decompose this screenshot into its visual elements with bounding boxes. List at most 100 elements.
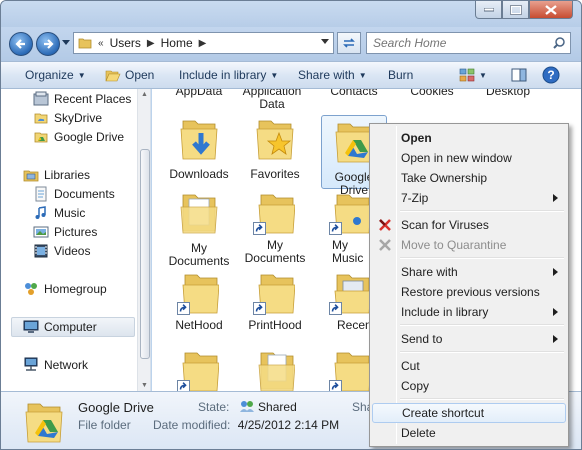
menu-label: Create shortcut xyxy=(402,406,485,420)
menu-item-include-in-library[interactable]: Include in library xyxy=(372,302,566,322)
folder-item-favorites[interactable]: Favorites xyxy=(242,115,308,181)
nav-item-homegroup[interactable]: Homegroup xyxy=(23,279,150,299)
open-folder-icon xyxy=(105,70,121,81)
recent-pages-dropdown-icon[interactable] xyxy=(62,40,70,45)
folder-item-appdata[interactable]: AppData xyxy=(166,89,232,98)
menu-item-copy[interactable]: Copy xyxy=(372,376,566,396)
folder-item-application-data[interactable]: Application Data xyxy=(239,89,305,111)
nav-item-pictures[interactable]: Pictures xyxy=(33,222,150,242)
menu-item-move-to-quarantine[interactable]: Move to Quarantine xyxy=(372,235,566,255)
menu-item-7zip[interactable]: 7-Zip xyxy=(372,188,566,208)
change-view-button[interactable]: ▼ xyxy=(459,68,487,82)
folder-breadcrumb-icon xyxy=(78,38,92,49)
folder-item-my-documents-1[interactable]: My Documents xyxy=(166,189,232,268)
folder-item-desktop[interactable]: Desktop xyxy=(475,89,541,98)
menu-separator xyxy=(400,351,564,353)
close-button[interactable] xyxy=(529,1,573,19)
back-arrow-icon xyxy=(15,39,25,49)
menu-item-delete[interactable]: Delete xyxy=(372,423,566,443)
state-value: Shared xyxy=(258,400,297,414)
breadcrumb-separator[interactable]: ▶ xyxy=(199,38,207,49)
downloads-folder-icon xyxy=(180,120,218,160)
folder-item-printhood[interactable]: PrintHood xyxy=(242,269,308,332)
menu-item-take-ownership[interactable]: Take Ownership xyxy=(372,168,566,188)
submenu-arrow-icon xyxy=(553,194,558,202)
organize-button[interactable]: Organize ▼ xyxy=(25,68,86,82)
back-button[interactable] xyxy=(9,32,33,56)
folder-item-downloads[interactable]: Downloads xyxy=(166,115,232,181)
breadcrumb-overflow[interactable]: « xyxy=(98,38,104,49)
item-label: AppData xyxy=(175,89,223,98)
preview-pane-button[interactable] xyxy=(511,68,527,82)
computer-icon xyxy=(23,320,39,333)
minimize-icon xyxy=(483,7,494,11)
menu-item-send-to[interactable]: Send to xyxy=(372,329,566,349)
forward-arrow-icon xyxy=(44,39,54,49)
caption-buttons xyxy=(475,1,573,19)
organize-label: Organize xyxy=(25,68,74,82)
menu-item-cut[interactable]: Cut xyxy=(372,356,566,376)
include-label: Include in library xyxy=(179,68,267,82)
nav-item-computer[interactable]: Computer xyxy=(11,317,135,337)
documents-icon xyxy=(35,186,47,202)
menu-item-open[interactable]: Open xyxy=(372,128,566,148)
folder-item-contacts[interactable]: Contacts xyxy=(321,89,387,98)
nav-item-network[interactable]: Network xyxy=(23,355,150,375)
nav-scrollbar[interactable]: ▲ ▼ xyxy=(137,89,150,391)
menu-item-restore-previous[interactable]: Restore previous versions xyxy=(372,282,566,302)
item-label: Contacts xyxy=(330,89,378,98)
nav-item-videos[interactable]: Videos xyxy=(33,241,150,261)
shortcut-arrow-icon xyxy=(253,302,266,315)
scroll-up-icon[interactable]: ▲ xyxy=(141,91,148,98)
refresh-button[interactable] xyxy=(337,32,361,54)
burn-button[interactable]: Burn xyxy=(388,68,413,82)
search-input[interactable] xyxy=(367,36,547,50)
refresh-icon xyxy=(343,38,355,48)
menu-item-create-shortcut[interactable]: Create shortcut xyxy=(372,403,566,423)
help-button[interactable]: ? xyxy=(542,66,560,84)
forward-button[interactable] xyxy=(36,32,60,56)
nav-item-label: Pictures xyxy=(54,225,98,239)
chevron-down-icon: ▼ xyxy=(358,70,367,80)
folder-item-partial-2[interactable] xyxy=(242,347,308,391)
minimize-button[interactable] xyxy=(475,1,502,19)
folder-item-cookies[interactable]: Cookies xyxy=(399,89,465,98)
nav-item-google-drive[interactable]: Google Drive xyxy=(33,127,150,147)
breadcrumb-separator[interactable]: ▶ xyxy=(147,38,155,49)
menu-label: Copy xyxy=(401,379,430,393)
submenu-arrow-icon xyxy=(553,335,558,343)
scroll-thumb[interactable] xyxy=(140,149,150,359)
search-box[interactable] xyxy=(366,32,571,54)
include-in-library-button[interactable]: Include in library ▼ xyxy=(179,68,278,82)
search-icon[interactable] xyxy=(553,37,565,49)
nav-item-music[interactable]: Music xyxy=(33,203,150,223)
breadcrumb-home[interactable]: Home xyxy=(161,36,193,50)
address-dropdown-icon[interactable] xyxy=(321,39,329,44)
maximize-icon xyxy=(509,4,522,15)
folder-item-my-documents-2[interactable]: My Documents xyxy=(242,189,308,265)
open-button[interactable]: Open xyxy=(105,68,154,82)
submenu-arrow-icon xyxy=(553,268,558,276)
item-label: My Documents xyxy=(168,241,230,268)
menu-item-open-new-window[interactable]: Open in new window xyxy=(372,148,566,168)
nav-item-documents[interactable]: Documents xyxy=(33,184,150,204)
breadcrumb-users[interactable]: Users xyxy=(110,36,141,50)
scroll-down-icon[interactable]: ▼ xyxy=(141,382,148,389)
address-bar[interactable]: « Users ▶ Home ▶ xyxy=(73,32,334,54)
skydrive-icon xyxy=(34,113,48,124)
menu-item-scan-viruses[interactable]: Scan for Viruses xyxy=(372,215,566,235)
shortcut-arrow-icon xyxy=(329,380,342,391)
breadcrumb: « Users ▶ Home ▶ xyxy=(98,36,206,50)
nav-item-recent-places[interactable]: Recent Places xyxy=(33,89,150,109)
nav-item-libraries[interactable]: Libraries xyxy=(23,165,150,185)
shortcut-arrow-icon xyxy=(329,222,342,235)
share-with-button[interactable]: Share with ▼ xyxy=(298,68,367,82)
folder-item-partial-1[interactable] xyxy=(166,347,232,391)
folder-item-nethood[interactable]: NetHood xyxy=(166,269,232,332)
maximize-button[interactable] xyxy=(502,1,529,19)
submenu-arrow-icon xyxy=(553,308,558,316)
nav-item-skydrive[interactable]: SkyDrive xyxy=(33,108,150,128)
menu-item-share-with[interactable]: Share with xyxy=(372,262,566,282)
item-label: Favorites xyxy=(250,167,300,181)
command-bar: Organize ▼ Open Include in library ▼ Sha… xyxy=(1,61,581,89)
